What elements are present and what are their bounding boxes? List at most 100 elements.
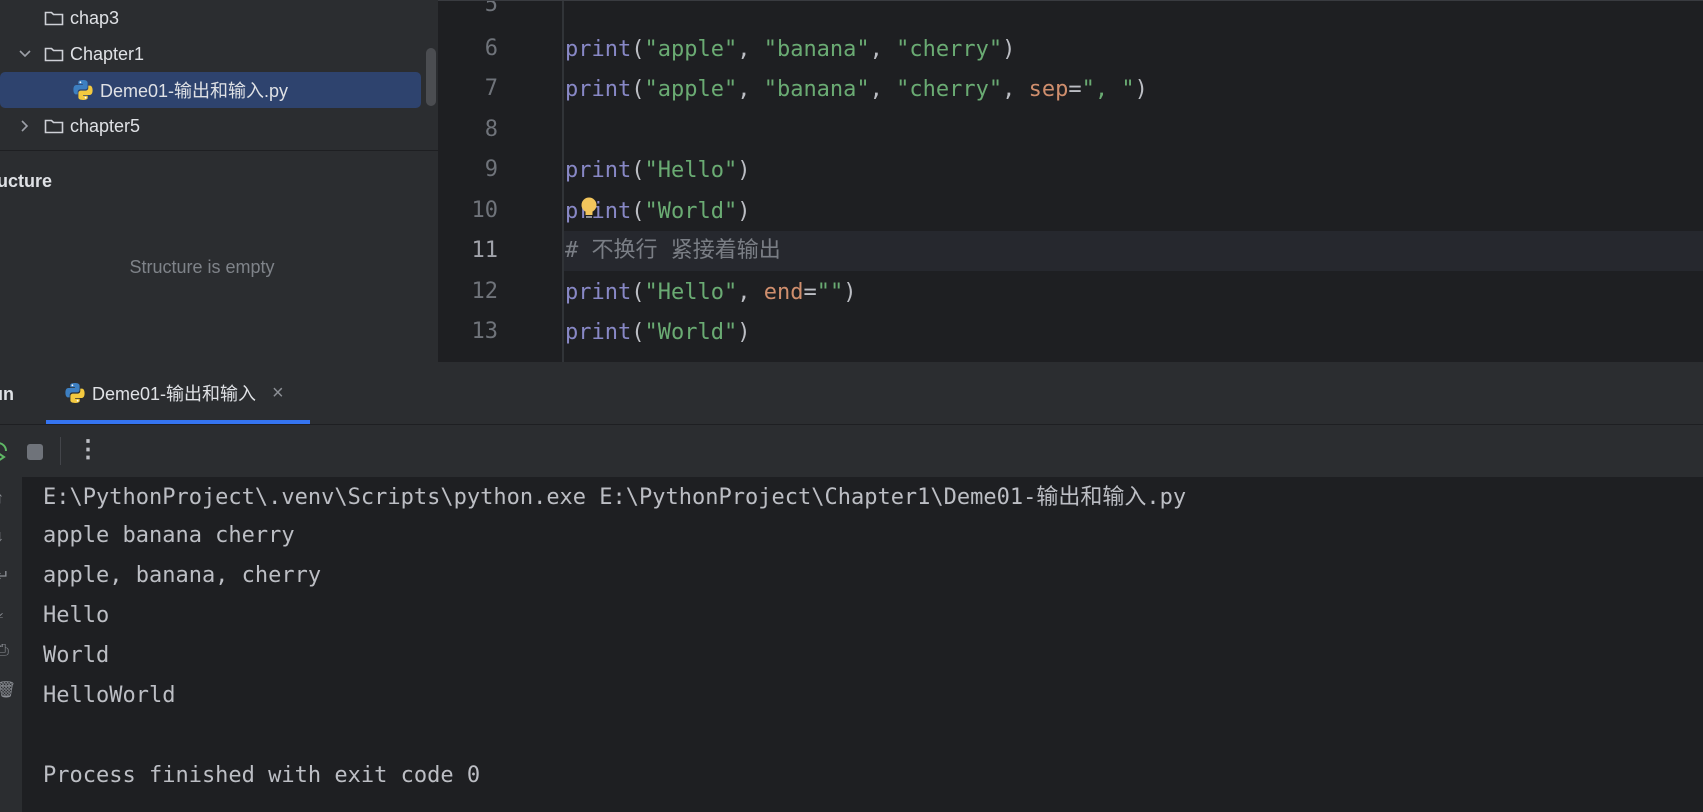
punct: =	[803, 280, 817, 305]
tree-item-chap3[interactable]: chap3	[0, 0, 438, 36]
comment: # 不换行 紧接着输出	[565, 238, 781, 263]
punct: =	[1068, 77, 1082, 102]
close-icon[interactable]: ×	[272, 382, 284, 405]
code-line-6[interactable]: print("apple", "banana", "cherry")	[565, 30, 1015, 70]
punct: ,	[869, 37, 897, 62]
run-tab-label: Deme01-输出和输入	[92, 384, 257, 404]
string-literal: ""	[816, 280, 844, 305]
punct: (	[631, 199, 645, 224]
run-toolbar: ⋮	[0, 424, 1703, 477]
run-panel-title: un	[0, 384, 14, 404]
line-number: 12	[471, 279, 499, 304]
fn-name: print	[565, 158, 632, 183]
console-line: HelloWorld	[43, 683, 176, 708]
folder-icon	[44, 47, 64, 62]
string-literal: "World"	[644, 199, 738, 224]
tree-item-label: chap3	[70, 7, 120, 28]
console-side-toolbar: ↑ ↓ ↵ ⤓ ⎙ 🗑	[0, 476, 22, 812]
tree-item-deme01-file[interactable]: Deme01-输出和输入.py	[0, 72, 421, 108]
code-line-13[interactable]: print("World")	[565, 313, 750, 353]
run-header: un Deme01-输出和输入 ×	[0, 362, 1703, 424]
rerun-icon[interactable]	[0, 439, 10, 463]
punct: )	[1134, 77, 1148, 102]
punct: )	[737, 320, 751, 345]
punct: )	[737, 199, 751, 224]
editor-top-border	[438, 0, 1703, 1]
console-line: apple, banana, cherry	[43, 563, 322, 588]
punct: ,	[1002, 77, 1029, 102]
code-editor[interactable]: 5 6 7 8 9 10 11 12 13 print("apple", "ba…	[438, 0, 1703, 362]
chevron-down-icon[interactable]	[18, 47, 32, 61]
tree-item-label: Chapter1	[70, 43, 145, 64]
console-line: Hello	[43, 603, 110, 628]
string-literal: "apple"	[644, 77, 738, 102]
string-literal: "Hello"	[644, 158, 738, 183]
punct: (	[631, 320, 645, 345]
string-literal: "cherry"	[896, 77, 1003, 102]
line-number: 9	[484, 157, 498, 182]
tree-scrollbar[interactable]	[424, 0, 438, 150]
punct: )	[1002, 37, 1016, 62]
folder-icon	[44, 11, 64, 26]
punct: (	[631, 280, 645, 305]
run-tab-deme01[interactable]: Deme01-输出和输入 ×	[48, 362, 310, 424]
structure-empty-message: Structure is empty	[129, 257, 275, 277]
string-literal: "World"	[644, 320, 738, 345]
string-literal: "apple"	[644, 37, 738, 62]
param-name: end	[763, 280, 804, 305]
wrap-icon[interactable]: ↵	[0, 566, 9, 586]
python-file-icon	[65, 383, 85, 403]
fn-name: print	[565, 37, 632, 62]
tree-item-chapter1[interactable]: Chapter1	[0, 36, 438, 72]
line-number-current: 11	[471, 238, 499, 263]
code-line-11[interactable]: # 不换行 紧接着输出	[565, 231, 781, 271]
toolbar-separator	[60, 437, 61, 465]
fn-name: print	[565, 320, 632, 345]
trash-icon[interactable]: 🗑	[0, 680, 16, 700]
punct: ,	[869, 77, 897, 102]
console-line: apple banana cherry	[43, 523, 295, 548]
string-literal: "banana"	[763, 37, 870, 62]
project-tree: chap3 Chapter1 Deme01-输出和输入.py chapter5	[0, 0, 438, 150]
line-number: 6	[484, 36, 498, 61]
structure-panel: ructure Structure is empty	[0, 151, 438, 362]
line-number: 13	[471, 319, 499, 344]
param-name: sep	[1028, 77, 1069, 102]
tree-item-label: Deme01-输出和输入.py	[100, 81, 289, 101]
lightbulb-icon[interactable]	[578, 196, 600, 222]
punct: ,	[737, 37, 764, 62]
punct: )	[843, 280, 857, 305]
gutter-separator	[562, 0, 564, 362]
punct: (	[631, 37, 645, 62]
string-literal: ", "	[1081, 77, 1135, 102]
structure-title: ructure	[0, 171, 53, 191]
more-options-icon[interactable]: ⋮	[76, 435, 100, 464]
tree-scrollbar-thumb[interactable]	[426, 48, 436, 106]
fn-name: print	[565, 77, 632, 102]
code-line-12[interactable]: print("Hello", end="")	[565, 273, 856, 313]
punct: (	[631, 158, 645, 183]
code-line-9[interactable]: print("Hello")	[565, 151, 750, 191]
scroll-end-icon[interactable]: ⤓	[0, 604, 3, 622]
python-file-icon	[73, 80, 93, 100]
print-icon[interactable]: ⎙	[0, 642, 9, 660]
punct: ,	[737, 280, 764, 305]
console-line: Process finished with exit code 0	[43, 763, 481, 788]
punct: (	[631, 77, 645, 102]
punct: ,	[737, 77, 764, 102]
down-arrow-icon[interactable]: ↓	[0, 528, 4, 546]
line-number: 7	[484, 76, 498, 101]
string-literal: "banana"	[763, 77, 870, 102]
fn-name: print	[565, 280, 632, 305]
line-number: 10	[471, 198, 499, 223]
code-line-7[interactable]: print("apple", "banana", "cherry", sep="…	[565, 70, 1148, 110]
chevron-right-icon[interactable]	[18, 119, 32, 133]
up-arrow-icon[interactable]: ↑	[0, 490, 4, 508]
stop-icon[interactable]	[27, 444, 43, 460]
line-number: 8	[484, 117, 498, 142]
console-line: E:\PythonProject\.venv\Scripts\python.ex…	[43, 485, 1187, 510]
run-panel: un Deme01-输出和输入 × ⋮ ↑ ↓ ↵ ⤓ ⎙ 🗑 E:\Pytho…	[0, 362, 1703, 812]
string-literal: "cherry"	[896, 37, 1003, 62]
tree-item-chapter5[interactable]: chapter5	[0, 108, 438, 144]
punct: )	[737, 158, 751, 183]
